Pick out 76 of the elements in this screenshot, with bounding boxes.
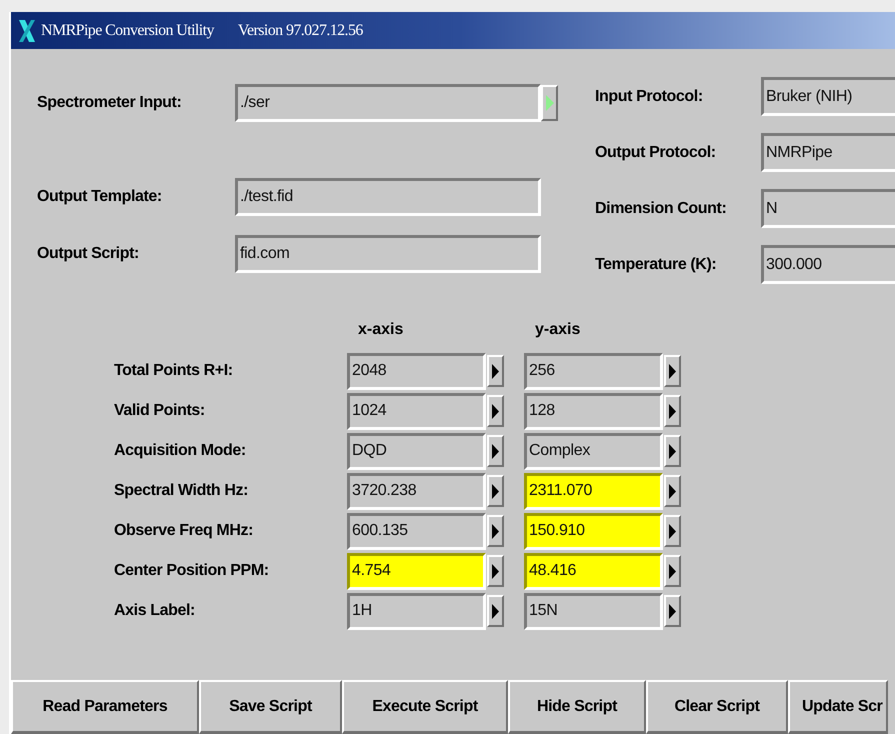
field-label: Temperature (K): <box>595 256 718 274</box>
input-field[interactable]: DQD <box>347 432 486 470</box>
input-field[interactable]: 2311.070 <box>524 472 663 510</box>
arrow-button[interactable] <box>664 595 681 627</box>
input-field[interactable]: ./test.fid <box>235 178 541 216</box>
parameter-label: Observe Freq MHz: <box>114 522 254 540</box>
arrow-button[interactable] <box>487 555 504 587</box>
arrow-button[interactable] <box>664 555 681 587</box>
input-field[interactable]: Bruker (NIH) <box>761 77 895 116</box>
triangle-icon <box>669 604 676 618</box>
input-field[interactable]: 1024 <box>347 392 486 430</box>
field-label: Output Script: <box>37 245 140 263</box>
input-field[interactable]: 128 <box>524 392 663 430</box>
column-header: y-axis <box>534 321 582 339</box>
arrow-button[interactable] <box>487 395 504 427</box>
x-logo-icon <box>17 18 37 42</box>
window-title: NMRPipe Conversion Utility <box>41 22 214 40</box>
arrow-button[interactable] <box>664 395 681 427</box>
action-button[interactable]: Save Script <box>199 680 342 734</box>
input-field[interactable]: NMRPipe <box>761 133 895 172</box>
triangle-icon <box>669 484 676 498</box>
input-field[interactable]: ./ser <box>235 84 541 122</box>
triangle-icon <box>492 404 499 418</box>
field-label: Input Protocol: <box>595 88 704 106</box>
input-field[interactable]: 3720.238 <box>347 472 486 510</box>
input-field[interactable]: 150.910 <box>524 512 663 550</box>
parameter-label: Spectral Width Hz: <box>114 482 249 500</box>
arrow-button[interactable] <box>664 435 681 467</box>
triangle-icon <box>669 404 676 418</box>
triangle-icon <box>669 564 676 578</box>
triangle-icon <box>546 95 554 111</box>
action-button[interactable]: Execute Script <box>342 680 508 734</box>
arrow-button[interactable] <box>664 515 681 547</box>
arrow-button[interactable] <box>487 435 504 467</box>
triangle-icon <box>669 364 676 378</box>
input-field[interactable]: 48.416 <box>524 552 663 590</box>
triangle-icon <box>492 364 499 378</box>
field-label: Dimension Count: <box>595 200 728 218</box>
input-field[interactable]: 15N <box>524 592 663 630</box>
parameter-label: Acquisition Mode: <box>114 442 247 460</box>
version-text: Version 97.027.12.56 <box>238 22 363 40</box>
field-label: Spectrometer Input: <box>37 94 182 112</box>
input-field[interactable]: 256 <box>524 352 663 390</box>
triangle-icon <box>492 444 499 458</box>
input-field[interactable]: fid.com <box>235 235 541 273</box>
input-field[interactable]: Complex <box>524 432 663 470</box>
action-button[interactable]: Hide Script <box>508 680 646 734</box>
input-field[interactable]: 4.754 <box>347 552 486 590</box>
input-field[interactable]: 300.000 <box>761 245 895 284</box>
triangle-icon <box>492 524 499 538</box>
triangle-icon <box>492 484 499 498</box>
input-field[interactable]: 2048 <box>347 352 486 390</box>
parameter-label: Valid Points: <box>114 402 206 420</box>
action-button[interactable]: Read Parameters <box>11 680 199 734</box>
input-field[interactable]: 1H <box>347 592 486 630</box>
action-button[interactable]: Update Scr <box>788 680 888 734</box>
input-field[interactable]: N <box>761 189 895 228</box>
parameter-label: Total Points R+I: <box>114 362 234 380</box>
triangle-icon <box>669 524 676 538</box>
arrow-button[interactable] <box>487 355 504 387</box>
column-header: x-axis <box>357 321 404 339</box>
action-button[interactable]: Clear Script <box>646 680 788 734</box>
triangle-icon <box>492 604 499 618</box>
arrow-button[interactable] <box>664 355 681 387</box>
browse-button[interactable] <box>541 85 558 121</box>
arrow-button[interactable] <box>487 515 504 547</box>
triangle-icon <box>669 444 676 458</box>
field-label: Output Protocol: <box>595 144 717 162</box>
triangle-icon <box>492 564 499 578</box>
input-field[interactable]: 600.135 <box>347 512 486 550</box>
arrow-button[interactable] <box>487 475 504 507</box>
parameter-label: Center Position PPM: <box>114 562 270 580</box>
arrow-button[interactable] <box>487 595 504 627</box>
parameter-label: Axis Label: <box>114 602 196 620</box>
arrow-button[interactable] <box>664 475 681 507</box>
field-label: Output Template: <box>37 188 163 206</box>
